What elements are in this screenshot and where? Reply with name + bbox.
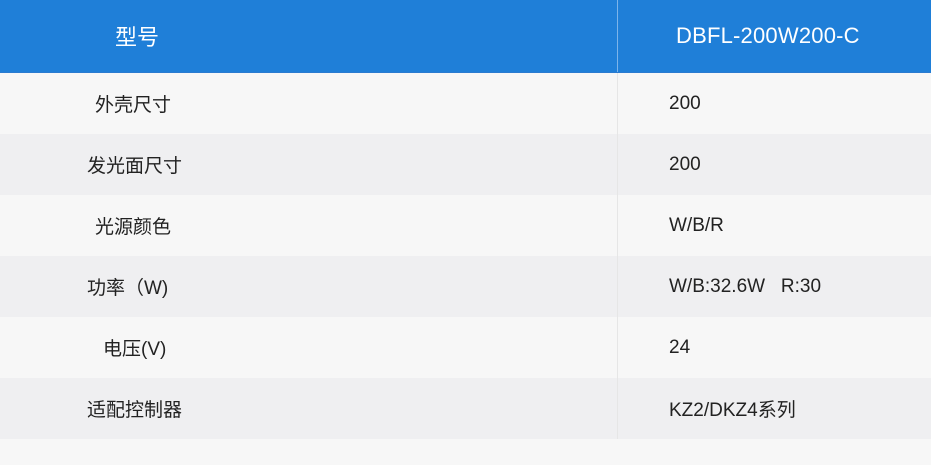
row-value: 200 [669, 153, 701, 175]
row-value: 24 [669, 336, 691, 358]
row-label: 外壳尺寸 [0, 73, 618, 134]
table-row: 外壳尺寸 200 [0, 73, 931, 134]
row-value: KZ2/DKZ4系列 [669, 400, 796, 421]
row-value: 200 [669, 92, 701, 114]
header-model-label: 型号 [0, 0, 618, 72]
table-bottom-strip [0, 439, 931, 465]
row-value: W/B/R [669, 214, 724, 236]
header-model-value: DBFL-200W200-C [676, 23, 860, 48]
row-label: 适配控制器 [0, 378, 618, 439]
table-row: 光源颜色 W/B/R [0, 195, 931, 256]
row-label: 电压(V) [0, 317, 618, 378]
row-value: W/B:32.6W R:30 [669, 275, 822, 297]
table-row: 发光面尺寸 200 [0, 134, 931, 195]
spec-table: 型号 DBFL-200W200-C 外壳尺寸 200 发光面尺寸 200 光源颜… [0, 0, 931, 465]
row-label: 发光面尺寸 [0, 134, 618, 195]
row-label: 功率（W) [0, 256, 618, 317]
table-row: 适配控制器 KZ2/DKZ4系列 [0, 378, 931, 439]
row-label: 光源颜色 [0, 195, 618, 256]
table-row: 电压(V) 24 [0, 317, 931, 378]
table-header-row: 型号 DBFL-200W200-C [0, 0, 931, 73]
table-row: 功率（W) W/B:32.6W R:30 [0, 256, 931, 317]
